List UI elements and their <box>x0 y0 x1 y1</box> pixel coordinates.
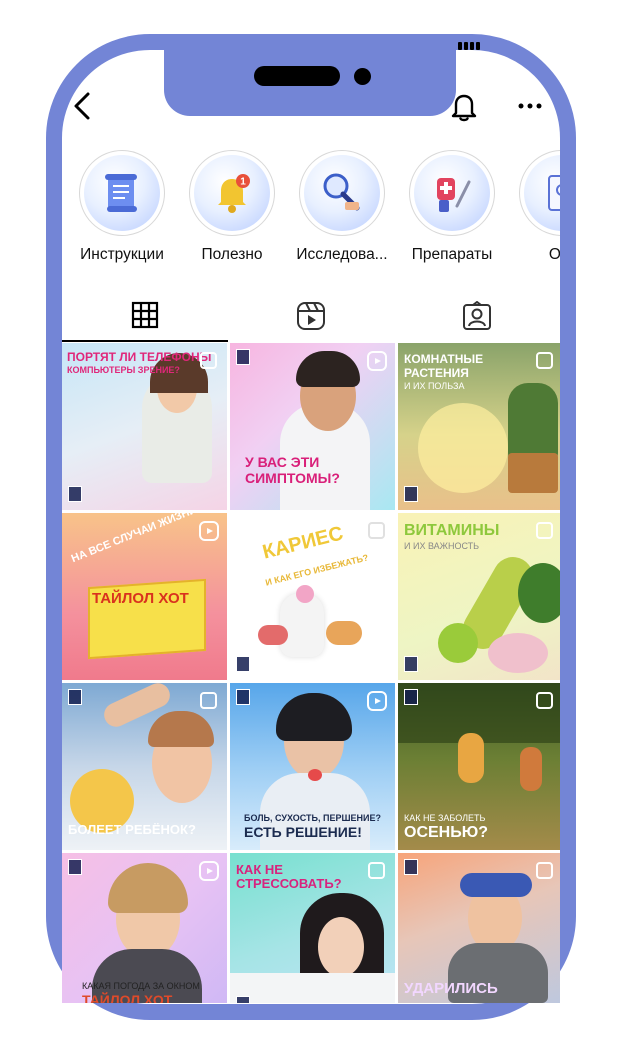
post-caption: КОМНАТНЫЕ <box>404 352 484 366</box>
brand-logo <box>236 656 250 672</box>
brand-logo <box>68 859 82 875</box>
brand-logo <box>404 689 418 705</box>
highlight-drugs[interactable]: Препараты <box>400 150 504 264</box>
highlight-label: Инструкции <box>80 246 164 263</box>
tagged-icon <box>463 301 491 330</box>
post-caption: УДАРИЛИСЬ <box>404 980 498 997</box>
post-tile[interactable]: ПОРТЯТ ЛИ ТЕЛЕФОНЫ КОМПЬЮТЕРЫ ЗРЕНИЕ? <box>62 343 227 510</box>
tab-reels[interactable] <box>228 290 394 342</box>
post-tile[interactable]: КАК НЕ СТРЕССОВАТЬ? <box>230 853 395 1003</box>
post-caption: РАСТЕНИЯ <box>404 366 469 380</box>
highlight-instructions[interactable]: Инструкции <box>70 150 174 264</box>
brand-logo <box>236 996 250 1003</box>
speaker-grille <box>254 66 340 86</box>
multiple-posts-icon <box>200 692 217 709</box>
post-tile[interactable]: КАК НЕ ЗАБОЛЕТЬ ОСЕНЬЮ? <box>398 683 560 850</box>
profile-tabs <box>62 290 560 342</box>
post-tile[interactable]: ВИТАМИНЫ И ИХ ВАЖНОСТЬ <box>398 513 560 680</box>
post-caption: ТАЙЛОЛ ХОТ <box>92 590 189 607</box>
highlight-label: Исследова... <box>296 246 388 263</box>
post-tile[interactable]: КАРИЕС И КАК ЕГО ИЗБЕЖАТЬ? <box>230 513 395 680</box>
posts-grid: ПОРТЯТ ЛИ ТЕЛЕФОНЫ КОМПЬЮТЕРЫ ЗРЕНИЕ? У … <box>62 343 560 1003</box>
post-tile[interactable]: УДАРИЛИСЬ <box>398 853 560 1003</box>
multiple-posts-icon <box>368 862 385 879</box>
post-caption: ВИТАМИНЫ <box>404 522 500 539</box>
multiple-posts-icon <box>536 352 553 369</box>
post-caption: НА ВСЕ СЛУЧАИ ЖИЗНИ <box>69 513 199 566</box>
brand-logo <box>404 859 418 875</box>
multiple-posts-icon <box>536 692 553 709</box>
review-icon <box>548 175 560 211</box>
front-camera <box>354 68 371 85</box>
post-caption: ТАЙЛОЛ ХОТ <box>82 992 173 1003</box>
post-subcaption: КОМПЬЮТЕРЫ ЗРЕНИЕ? <box>67 365 180 375</box>
multiple-posts-icon <box>536 862 553 879</box>
medicine-icon <box>437 178 471 212</box>
post-tile[interactable]: У ВАС ЭТИ СИМПТОМЫ? <box>230 343 395 510</box>
post-caption: У ВАС ЭТИ <box>245 454 320 470</box>
reels-icon <box>367 691 387 711</box>
highlight-label: Отз <box>548 246 560 263</box>
scroll-icon <box>105 174 137 212</box>
chevron-left-icon <box>74 92 90 120</box>
reels-icon <box>199 861 219 881</box>
post-caption: СИМПТОМЫ? <box>245 470 340 486</box>
more-horizontal-icon <box>518 103 542 109</box>
brand-logo <box>68 486 82 502</box>
post-caption: ОСЕНЬЮ? <box>404 824 488 841</box>
multiple-posts-icon <box>368 522 385 539</box>
post-caption: СТРЕССОВАТЬ? <box>236 876 342 891</box>
post-subcaption: И ИХ ПОЛЬЗА <box>404 381 465 391</box>
post-caption: КАК НЕ <box>236 862 283 877</box>
post-subcaption: КАКАЯ ПОГОДА ЗА ОКНОМ <box>82 981 200 991</box>
bell-notification-icon: 1 <box>218 174 250 213</box>
post-caption: БОЛЕЕТ РЕБЁНОК? <box>68 822 196 837</box>
story-highlights: Инструкции 1 Полезно Исследова... Препар… <box>62 150 560 270</box>
reels-icon <box>199 521 219 541</box>
multiple-posts-icon <box>200 352 217 369</box>
tab-tagged[interactable] <box>394 290 560 342</box>
reels-icon <box>297 302 325 330</box>
tab-posts[interactable] <box>62 290 228 342</box>
brand-logo <box>236 689 250 705</box>
post-subcaption: БОЛЬ, СУХОСТЬ, ПЕРШЕНИЕ? <box>244 813 382 823</box>
post-tile[interactable]: КАКАЯ ПОГОДА ЗА ОКНОМ ТАЙЛОЛ ХОТ <box>62 853 227 1003</box>
post-subcaption: КАК НЕ ЗАБОЛЕТЬ <box>404 813 486 823</box>
multiple-posts-icon <box>536 522 553 539</box>
highlight-research[interactable]: Исследова... <box>290 150 394 264</box>
post-tile[interactable]: ТАЙЛОЛ ХОТ НА ВСЕ СЛУЧАИ ЖИЗНИ <box>62 513 227 680</box>
grid-icon <box>131 301 159 329</box>
post-caption: ЕСТЬ РЕШЕНИЕ! <box>244 824 362 840</box>
post-tile[interactable]: БОЛЕЕТ РЕБЁНОК? <box>62 683 227 850</box>
brand-logo <box>236 349 250 365</box>
highlight-reviews[interactable]: Отз <box>510 150 560 264</box>
back-button[interactable] <box>70 90 94 122</box>
signal-strength-icon <box>458 42 480 50</box>
brand-logo <box>68 689 82 705</box>
post-tile[interactable]: БОЛЬ, СУХОСТЬ, ПЕРШЕНИЕ? ЕСТЬ РЕШЕНИЕ! <box>230 683 395 850</box>
post-caption: КАРИЕС <box>260 522 346 564</box>
magnifier-icon <box>323 173 360 211</box>
more-options-button[interactable] <box>516 96 544 116</box>
reels-icon <box>367 351 387 371</box>
post-subcaption: И ИХ ВАЖНОСТЬ <box>404 541 480 551</box>
highlight-label: Препараты <box>411 246 493 263</box>
brand-logo <box>404 486 418 502</box>
brand-logo <box>404 656 418 672</box>
post-tile[interactable]: КОМНАТНЫЕ РАСТЕНИЯ И ИХ ПОЛЬЗА <box>398 343 560 510</box>
post-caption: ПОРТЯТ ЛИ ТЕЛЕФОНЫ <box>67 350 212 364</box>
notification-badge: 1 <box>240 177 246 188</box>
highlight-useful[interactable]: 1 Полезно <box>180 150 284 264</box>
highlight-label: Полезно <box>201 246 263 263</box>
